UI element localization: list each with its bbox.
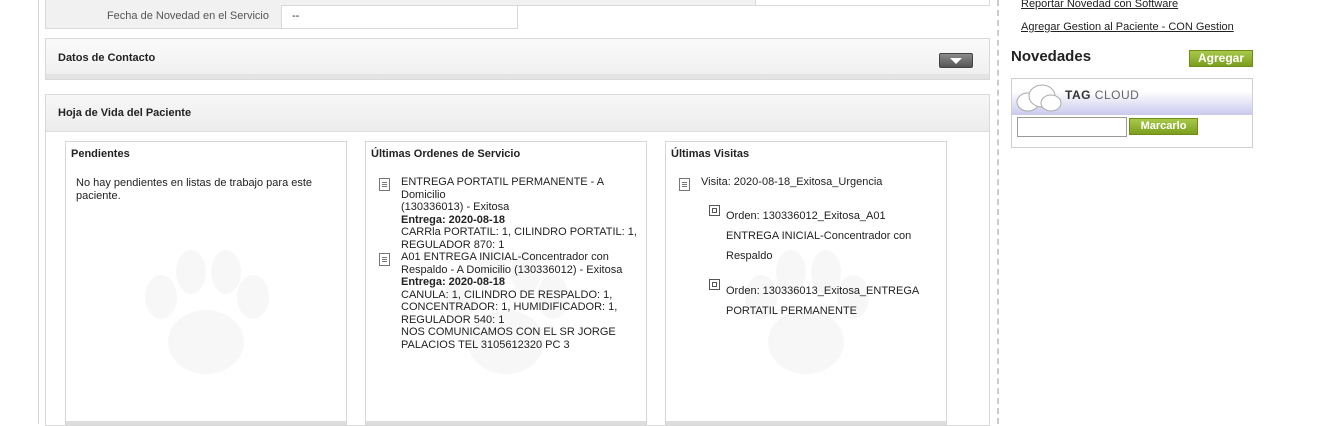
- document-icon: [379, 253, 390, 266]
- visit-order-text: PORTATIL PERMANENTE: [726, 305, 858, 317]
- tag-cloud-widget: TAG CLOUD: [1011, 78, 1253, 148]
- order-icon: [709, 205, 720, 216]
- order-detail: CANULA: 1, CILINDRO DE RESPALDO: 1,: [401, 288, 613, 301]
- order-title: (130336013) - Exitosa: [401, 201, 510, 213]
- contact-section-title: Datos de Contacto: [58, 52, 156, 64]
- list-item[interactable]: Orden: 130336012_Exitosa_A01 ENTREGA INI…: [726, 206, 911, 266]
- order-title: A01 ENTREGA INICIAL-Concentrador con: [401, 251, 609, 263]
- novedad-label: Fecha de Novedad en el Servicio: [46, 5, 282, 28]
- patient-history-header: Hoja de Vida del Paciente: [46, 95, 989, 132]
- table-row: Fecha de Novedad en el Servicio --: [45, 5, 518, 29]
- order-detail: CARRla PORTATIL: 1, CILINDRO PORTATIL: 1…: [401, 226, 637, 238]
- document-icon: [379, 178, 390, 191]
- list-item[interactable]: Orden: 130336013_Exitosa_ENTREGA PORTATI…: [726, 281, 919, 321]
- ordenes-title: Últimas Ordenes de Servicio: [371, 148, 521, 160]
- order-detail: PALACIOS TEL 3105612320 PC 3: [401, 338, 570, 351]
- order-detail: REGULADOR 870: 1: [401, 238, 505, 251]
- visit-link[interactable]: Visita: 2020-08-18_Exitosa_Urgencia: [701, 176, 882, 189]
- contact-section[interactable]: Datos de Contacto: [45, 38, 990, 80]
- marcarlo-button[interactable]: Marcarlo: [1129, 118, 1198, 135]
- pendientes-message: No hay pendientes en listas de trabajo p…: [76, 177, 313, 202]
- document-icon: [679, 178, 690, 191]
- order-detail: NOS COMUNICAMOS CON EL SR JORGE: [401, 326, 616, 338]
- tag-input[interactable]: [1017, 117, 1127, 137]
- visitas-title: Últimas Visitas: [671, 148, 750, 160]
- cloud-icon: [1016, 84, 1062, 112]
- order-detail: CONCENTRADOR: 1, HUMIDIFICADOR: 1,: [401, 301, 618, 313]
- expand-toggle-icon[interactable]: [939, 53, 973, 68]
- patient-history-title: Hoja de Vida del Paciente: [58, 107, 192, 119]
- novedad-value: --: [292, 10, 300, 22]
- order-detail: REGULADOR 540: 1: [401, 313, 505, 326]
- agregar-button[interactable]: Agregar: [1189, 50, 1253, 67]
- pendientes-title: Pendientes: [71, 148, 130, 160]
- order-icon: [709, 279, 720, 290]
- order-entrega: Entrega: 2020-08-18: [401, 276, 505, 288]
- list-item[interactable]: ENTREGA PORTATIL PERMANENTE - A Domicili…: [401, 176, 641, 251]
- novedades-title: Novedades: [1011, 48, 1092, 65]
- left-border: [38, 0, 39, 424]
- tag-cloud-title: TAG CLOUD: [1065, 88, 1140, 102]
- ordenes-panel: Últimas Ordenes de Servicio ENTREGA PORT…: [365, 141, 647, 425]
- order-title: ENTREGA PORTATIL PERMANENTE - A Domicili…: [401, 176, 604, 201]
- reportar-novedad-link[interactable]: Reportar Novedad con Software: [1021, 0, 1178, 10]
- visitas-panel: Últimas Visitas Visita: 2020-08-18_Exito…: [665, 141, 947, 425]
- agregar-gestion-link[interactable]: Agregar Gestion al Paciente - CON Gestio…: [1021, 21, 1234, 33]
- list-item[interactable]: A01 ENTREGA INICIAL-Concentrador con Res…: [401, 251, 641, 351]
- visit-order-text: Orden: 130336012_Exitosa_A01: [726, 210, 886, 222]
- visit-order-text: Orden: 130336013_Exitosa_ENTREGA: [726, 285, 920, 297]
- pendientes-panel: Pendientes No hay pendientes en listas d…: [65, 141, 347, 425]
- paw-watermark-icon: [145, 250, 269, 374]
- visit-order-text: ENTREGA INICIAL-Concentrador con: [726, 230, 912, 242]
- order-title: Respaldo - A Domicilio (130336012) - Exi…: [401, 263, 623, 276]
- order-entrega: Entrega: 2020-08-18: [401, 213, 505, 226]
- visit-order-text: Respaldo: [726, 250, 773, 262]
- column-divider: [997, 0, 999, 424]
